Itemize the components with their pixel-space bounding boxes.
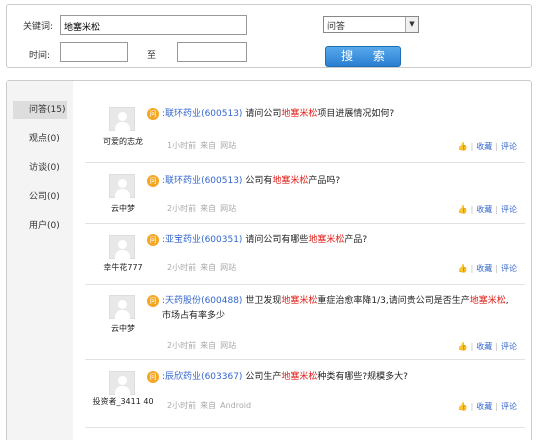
thumbs-up-icon[interactable]: 👍 [458,402,468,411]
company-link[interactable]: 天药股份 [165,296,201,306]
avatar[interactable] [109,107,135,131]
collect-button[interactable]: 收藏 [476,205,492,214]
user-name[interactable]: 投资者_3411 40 [87,396,159,407]
comment-button[interactable]: 评论 [501,264,517,273]
post-meta: 2小时前 来自 网站 [167,204,237,213]
comment-button[interactable]: 评论 [501,402,517,411]
stock-code[interactable]: (600351) [201,235,242,245]
post-meta: 2小时前 来自 Android [167,401,252,410]
end-date-input[interactable] [177,42,247,62]
avatar[interactable] [109,371,135,395]
stock-code[interactable]: (600488) [201,296,242,306]
item-actions: 👍 | 收藏 | 评论 [457,342,517,351]
avatar[interactable] [109,174,135,198]
post-meta: 1小时前 来自 网站 [167,141,237,150]
question-text: :亚宝药业(600351) 请问公司有哪些地塞米松产品? [162,235,368,245]
stock-code[interactable]: (600513) [201,176,242,186]
question-icon: 问 [147,108,159,120]
keyword-highlight: 地塞米松 [281,372,318,382]
start-date-input[interactable] [60,42,128,62]
thumbs-up-icon[interactable]: 👍 [458,264,468,273]
company-link[interactable]: 联环药业 [165,109,201,119]
keyword-highlight: 地塞米松 [272,176,309,186]
keyword-highlight: 地塞米松 [469,296,506,306]
user-name[interactable]: 云中梦 [87,323,159,334]
question-text: :天药股份(600488) 世卫发现地塞米松重症治愈率降1/3,请问贵公司是否生… [162,296,509,321]
company-link[interactable]: 联环药业 [165,176,201,186]
comment-button[interactable]: 评论 [501,342,517,351]
question-icon: 问 [147,295,159,307]
item-actions: 👍 | 收藏 | 评论 [457,402,517,411]
company-link[interactable]: 辰欣药业 [165,372,201,382]
stock-code[interactable]: (600513) [201,109,242,119]
keyword-label: 关键词: [23,22,54,32]
company-link[interactable]: 亚宝药业 [165,235,201,245]
keyword-highlight: 地塞米松 [281,109,318,119]
thumbs-up-icon[interactable]: 👍 [458,142,468,151]
type-select-value: 问答 [327,22,346,32]
type-select[interactable]: 问答 ▼ [323,16,419,33]
list-item: 云中梦 问 :天药股份(600488) 世卫发现地塞米松重症治愈率降1/3,请问… [85,285,525,360]
post-meta: 2小时前 来自 网站 [167,263,237,272]
item-actions: 👍 | 收藏 | 评论 [457,205,517,214]
list-item: 投资者_3411 40 问 :辰欣药业(603367) 公司生产地塞米松种类有哪… [85,360,525,428]
to-label: 至 [147,51,157,61]
item-actions: 👍 | 收藏 | 评论 [457,142,517,151]
keyword-highlight: 地塞米松 [308,235,345,245]
collect-button[interactable]: 收藏 [476,142,492,151]
category-sidebar: 问答(15) 观点(0) 访谈(0) 公司(0) 用户(0) [7,81,73,440]
avatar[interactable] [109,295,135,319]
thumbs-up-icon[interactable]: 👍 [458,205,468,214]
list-item: 幸牛花777 问 :亚宝药业(600351) 请问公司有哪些地塞米松产品? 2小… [85,224,525,285]
question-icon: 问 [147,371,159,383]
search-button[interactable]: 搜 索 [325,46,401,67]
comment-button[interactable]: 评论 [501,142,517,151]
stock-code[interactable]: (603367) [201,372,242,382]
question-icon: 问 [147,234,159,246]
comment-button[interactable]: 评论 [501,205,517,214]
keyword-input[interactable]: 地塞米松 [60,15,247,35]
sidebar-item-qa[interactable]: 问答(15) [13,101,67,119]
sidebar-item-companies[interactable]: 公司(0) [13,188,67,206]
sidebar-item-views[interactable]: 观点(0) [13,130,67,148]
question-text: :辰欣药业(603367) 公司生产地塞米松种类有哪些?规模多大? [162,372,408,382]
thumbs-up-icon[interactable]: 👍 [458,342,468,351]
question-icon: 问 [147,175,159,187]
user-name[interactable]: 云中梦 [87,203,159,214]
list-item: 云中梦 问 :联环药业(600513) 公司有地塞米松产品吗? 2小时前 来自 网站… [85,163,525,224]
post-meta: 2小时前 来自 网站 [167,341,237,350]
chevron-down-icon[interactable]: ▼ [405,17,418,32]
collect-button[interactable]: 收藏 [476,342,492,351]
question-text: :联环药业(600513) 请问公司地塞米松项目进展情况如何? [162,109,395,119]
collect-button[interactable]: 收藏 [476,402,492,411]
question-text: :联环药业(600513) 公司有地塞米松产品吗? [162,176,341,186]
user-name[interactable]: 幸牛花777 [87,262,159,273]
list-item: 可爱的志龙 问 :联环药业(600513) 请问公司地塞米松项目进展情况如何? … [85,95,525,163]
avatar[interactable] [109,235,135,259]
results-panel: 问答(15) 观点(0) 访谈(0) 公司(0) 用户(0) 可爱的志龙 问 :… [6,80,532,440]
sidebar-item-users[interactable]: 用户(0) [13,217,67,235]
collect-button[interactable]: 收藏 [476,264,492,273]
item-actions: 👍 | 收藏 | 评论 [457,264,517,273]
keyword-highlight: 地塞米松 [281,296,318,306]
user-name[interactable]: 可爱的志龙 [87,136,159,147]
sidebar-item-interviews[interactable]: 访谈(0) [13,159,67,177]
search-panel: 关键词: 地塞米松 时间: 至 问答 ▼ 搜 索 [6,4,532,68]
time-label: 时间: [29,51,51,61]
